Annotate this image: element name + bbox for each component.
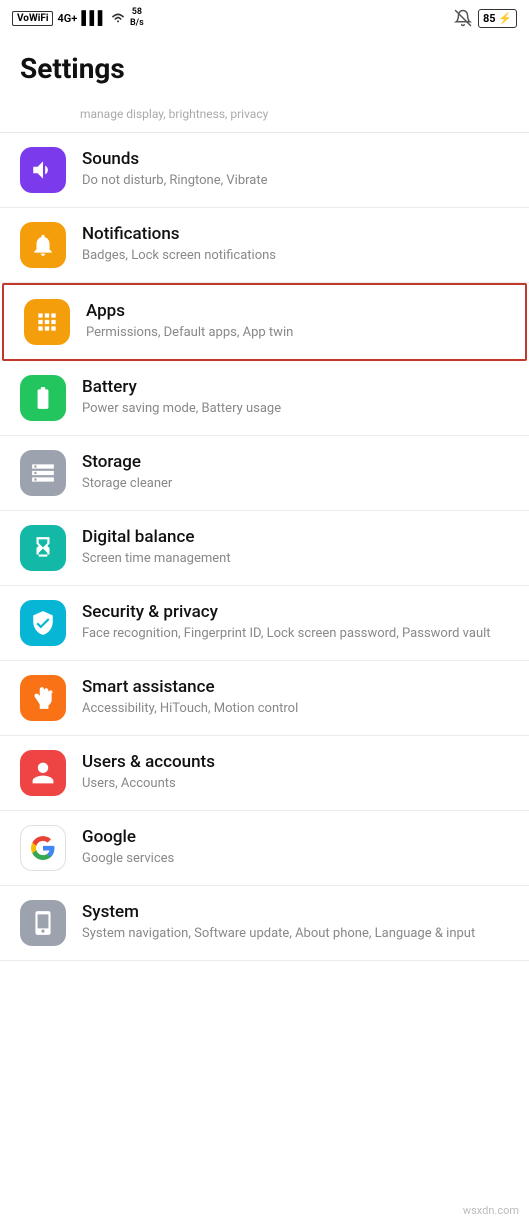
settings-item-digital-balance[interactable]: Digital balance Screen time management — [0, 511, 529, 586]
sounds-icon — [20, 147, 66, 193]
users-accounts-title: Users & accounts — [82, 752, 509, 772]
google-subtitle: Google services — [82, 850, 509, 868]
battery-percent: 85 — [483, 12, 496, 25]
storage-subtitle: Storage cleaner — [82, 475, 509, 493]
battery-indicator: 85 ⚡ — [478, 9, 517, 28]
system-icon — [20, 900, 66, 946]
apps-icon — [24, 299, 70, 345]
settings-item-system[interactable]: System System navigation, Software update… — [0, 886, 529, 961]
smart-assistance-icon — [20, 675, 66, 721]
sounds-subtitle: Do not disturb, Ringtone, Vibrate — [82, 172, 509, 190]
digital-balance-text: Digital balance Screen time management — [82, 527, 509, 568]
status-bar: VoWiFi 4G+ ▌▌▌ 58 B/s 85 ⚡ — [0, 0, 529, 36]
battery-icon — [20, 375, 66, 421]
smart-assistance-text: Smart assistance Accessibility, HiTouch, … — [82, 677, 509, 718]
status-left: VoWiFi 4G+ ▌▌▌ 58 B/s — [12, 7, 144, 29]
battery-subtitle: Power saving mode, Battery usage — [82, 400, 509, 418]
network-type: 4G+ — [57, 12, 77, 25]
storage-title: Storage — [82, 452, 509, 472]
google-text: Google Google services — [82, 827, 509, 868]
notifications-title: Notifications — [82, 224, 509, 244]
settings-item-smart-assistance[interactable]: Smart assistance Accessibility, HiTouch, … — [0, 661, 529, 736]
users-accounts-text: Users & accounts Users, Accounts — [82, 752, 509, 793]
settings-item-security-privacy[interactable]: Security & privacy Face recognition, Fing… — [0, 586, 529, 661]
users-accounts-subtitle: Users, Accounts — [82, 775, 509, 793]
charging-icon: ⚡ — [498, 12, 512, 25]
smart-assistance-subtitle: Accessibility, HiTouch, Motion control — [82, 700, 509, 718]
vowifi-label: VoWiFi — [12, 11, 53, 26]
digital-balance-subtitle: Screen time management — [82, 550, 509, 568]
signal-bars: ▌▌▌ — [81, 10, 106, 26]
watermark: wsxdn.com — [463, 1204, 519, 1217]
battery-text: Battery Power saving mode, Battery usage — [82, 377, 509, 418]
network-speed: 58 B/s — [130, 7, 144, 29]
status-right: 85 ⚡ — [454, 9, 517, 28]
top-partial-item: manage display, brightness, privacy — [0, 97, 529, 133]
page-title: Settings — [0, 36, 529, 97]
storage-icon — [20, 450, 66, 496]
security-privacy-text: Security & privacy Face recognition, Fing… — [82, 602, 509, 643]
settings-item-battery[interactable]: Battery Power saving mode, Battery usage — [0, 361, 529, 436]
settings-item-sounds[interactable]: Sounds Do not disturb, Ringtone, Vibrate — [0, 133, 529, 208]
settings-list: Sounds Do not disturb, Ringtone, Vibrate N… — [0, 133, 529, 961]
settings-item-users-accounts[interactable]: Users & accounts Users, Accounts — [0, 736, 529, 811]
google-icon — [20, 825, 66, 871]
notifications-icon — [20, 222, 66, 268]
sounds-title: Sounds — [82, 149, 509, 169]
settings-item-storage[interactable]: Storage Storage cleaner — [0, 436, 529, 511]
security-privacy-icon — [20, 600, 66, 646]
security-privacy-subtitle: Face recognition, Fingerprint ID, Lock s… — [82, 625, 509, 643]
settings-item-notifications[interactable]: Notifications Badges, Lock screen notific… — [0, 208, 529, 283]
system-text: System System navigation, Software update… — [82, 902, 509, 943]
smart-assistance-title: Smart assistance — [82, 677, 509, 697]
google-title: Google — [82, 827, 509, 847]
settings-item-google[interactable]: Google Google services — [0, 811, 529, 886]
apps-subtitle: Permissions, Default apps, App twin — [86, 324, 505, 342]
apps-title: Apps — [86, 301, 505, 321]
notifications-subtitle: Badges, Lock screen notifications — [82, 247, 509, 265]
system-title: System — [82, 902, 509, 922]
digital-balance-icon — [20, 525, 66, 571]
notifications-text: Notifications Badges, Lock screen notific… — [82, 224, 509, 265]
users-accounts-icon — [20, 750, 66, 796]
bell-muted-icon — [454, 9, 472, 27]
settings-item-apps[interactable]: Apps Permissions, Default apps, App twin — [2, 283, 527, 361]
system-subtitle: System navigation, Software update, Abou… — [82, 925, 509, 943]
storage-text: Storage Storage cleaner — [82, 452, 509, 493]
security-privacy-title: Security & privacy — [82, 602, 509, 622]
digital-balance-title: Digital balance — [82, 527, 509, 547]
battery-title: Battery — [82, 377, 509, 397]
wifi-icon — [110, 11, 126, 25]
apps-text: Apps Permissions, Default apps, App twin — [86, 301, 505, 342]
sounds-text: Sounds Do not disturb, Ringtone, Vibrate — [82, 149, 509, 190]
